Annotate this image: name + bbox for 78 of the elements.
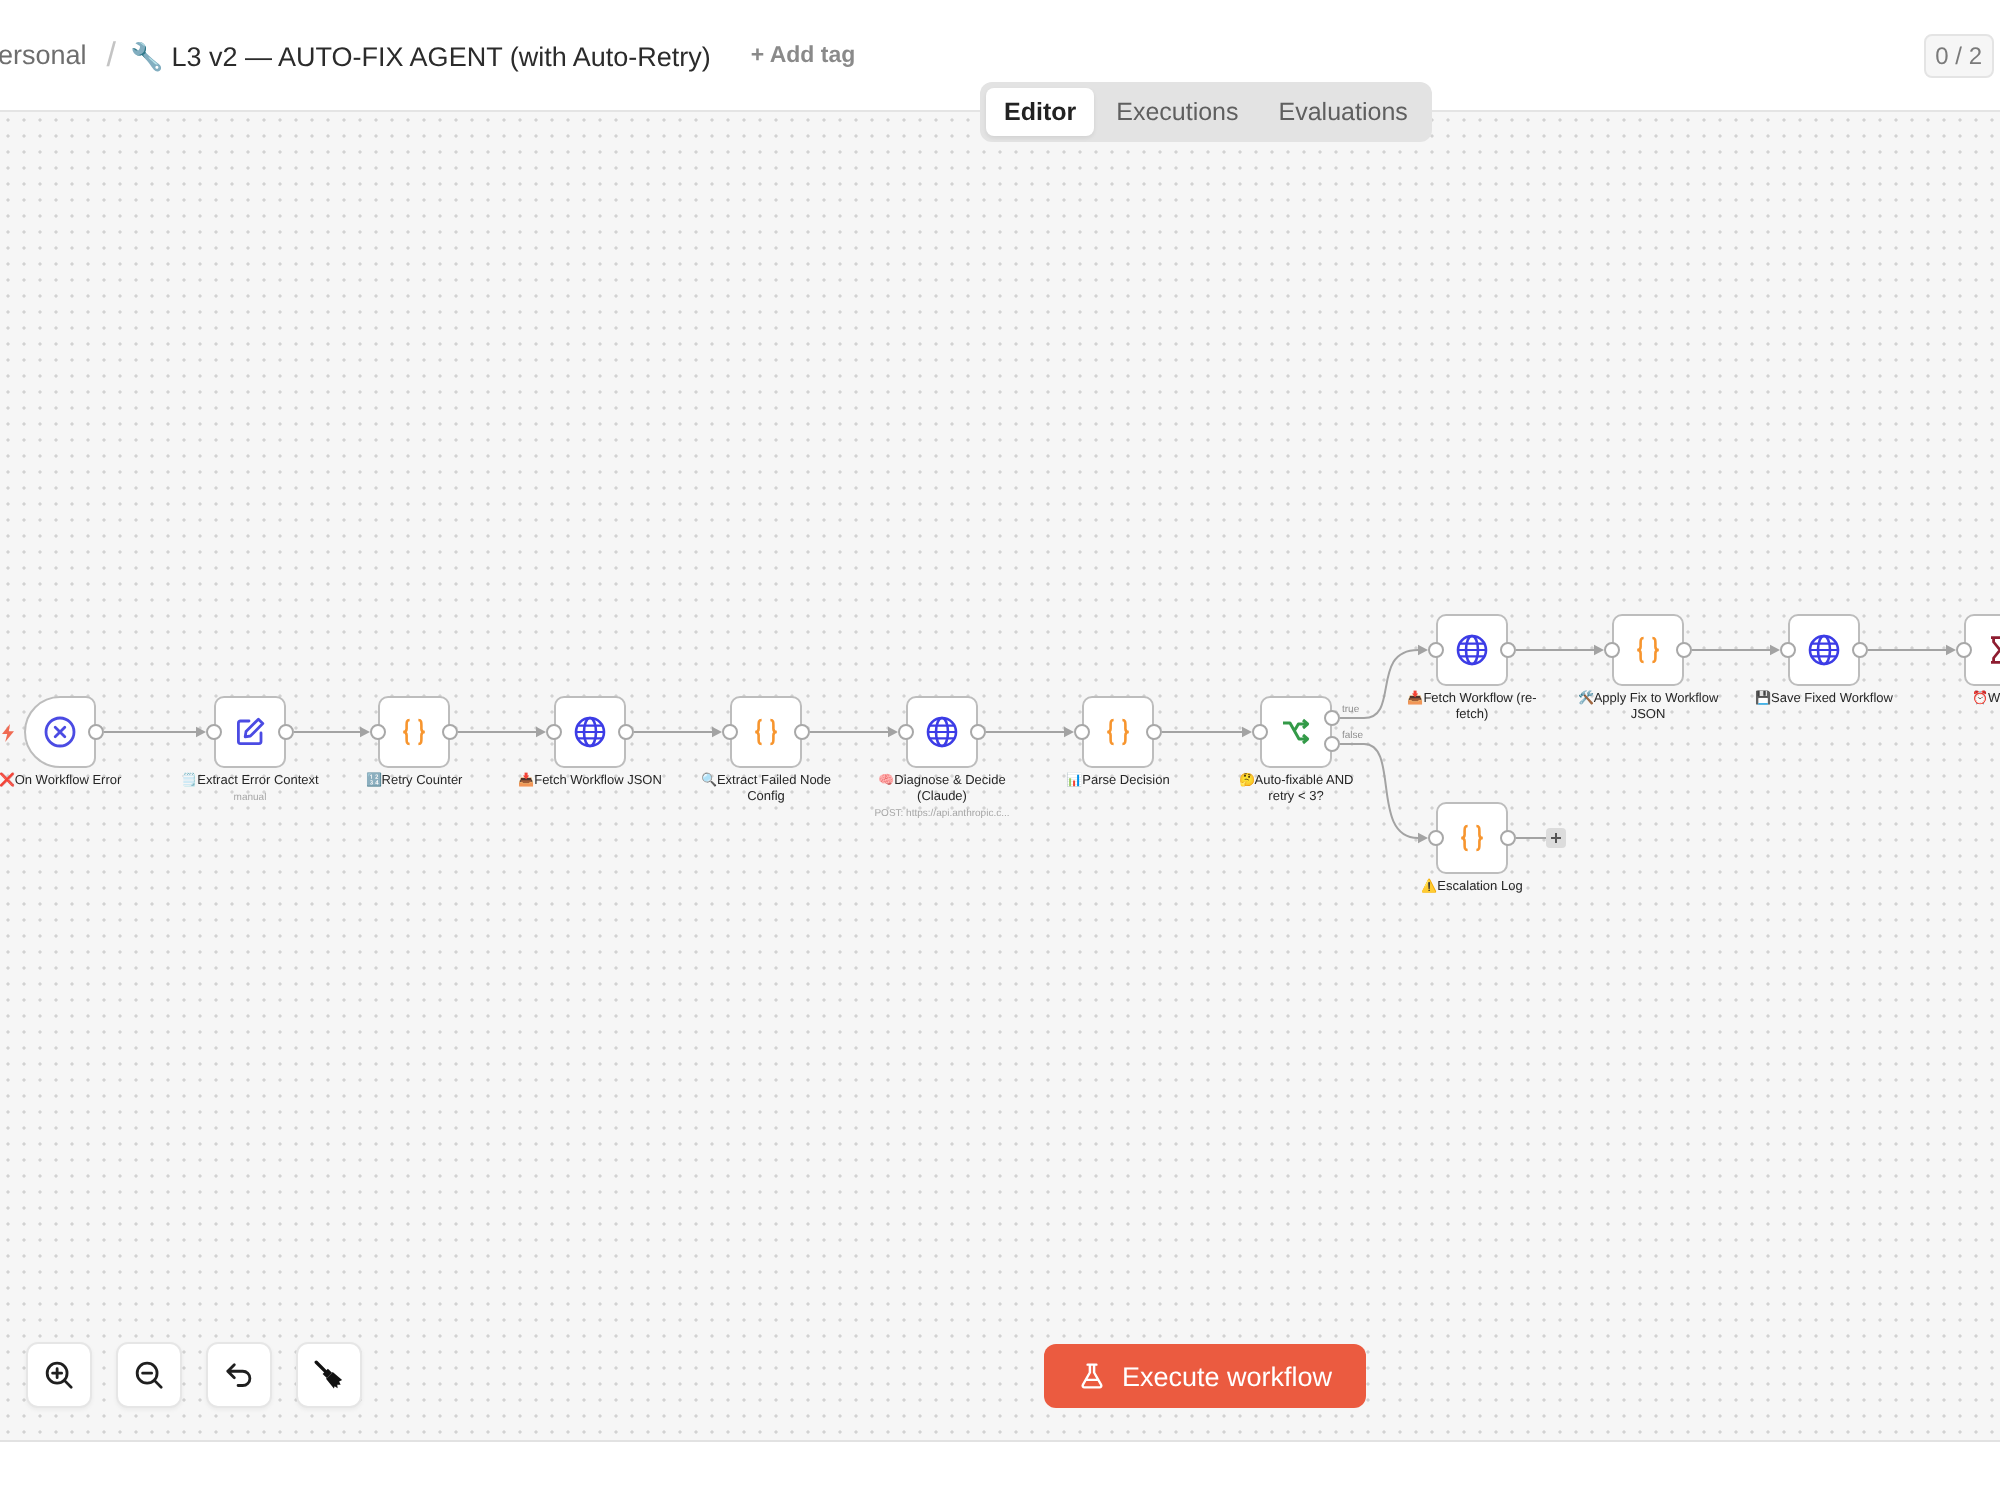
connection-line: [1161, 726, 1252, 738]
output-handle[interactable]: [278, 724, 294, 740]
connection-line: [809, 726, 898, 738]
input-handle[interactable]: [1428, 642, 1444, 658]
input-handle[interactable]: [1074, 724, 1090, 740]
globe-icon: [1456, 634, 1488, 666]
execute-workflow-button[interactable]: Execute workflow: [1044, 1344, 1366, 1408]
output-handle[interactable]: [1500, 830, 1516, 846]
add-tag-button[interactable]: + Add tag: [744, 39, 862, 71]
connection-line: [985, 726, 1074, 738]
workflow-node[interactable]: [730, 696, 802, 768]
globe-icon: [1808, 634, 1840, 666]
undo-button[interactable]: [206, 1342, 272, 1408]
zoom-in-icon: [44, 1360, 74, 1390]
workflow-node[interactable]: [1436, 614, 1508, 686]
input-handle[interactable]: [722, 724, 738, 740]
code-braces-icon: [750, 716, 782, 748]
output-handle[interactable]: [970, 724, 986, 740]
workflow-node[interactable]: [1436, 802, 1508, 874]
circle-x-icon: [44, 716, 76, 748]
view-tab[interactable]: Editor: [986, 88, 1095, 136]
undo-icon: [224, 1360, 254, 1390]
pencil-square-icon: [234, 716, 266, 748]
input-handle[interactable]: [898, 724, 914, 740]
zoom-out-button[interactable]: [116, 1342, 182, 1408]
add-node-button[interactable]: [1546, 828, 1566, 848]
connection-line: [1867, 644, 1956, 656]
output-handle[interactable]: [794, 724, 810, 740]
zoom-in-button[interactable]: [26, 1342, 92, 1408]
code-braces-icon: [1456, 822, 1488, 854]
breadcrumb-separator: /: [106, 35, 117, 75]
output-handle[interactable]: [88, 724, 104, 740]
input-handle[interactable]: [1956, 642, 1972, 658]
output-handle[interactable]: [1852, 642, 1868, 658]
input-handle[interactable]: [1604, 642, 1620, 658]
code-braces-icon: [398, 716, 430, 748]
workflow-title[interactable]: 🔧 L3 v2 — AUTO-FIX AGENT (with Auto-Retry): [130, 39, 711, 71]
code-braces-icon: [1102, 716, 1134, 748]
input-handle[interactable]: [1252, 724, 1268, 740]
connection-line: [633, 726, 722, 738]
input-handle[interactable]: [1428, 830, 1444, 846]
connection-line: [457, 726, 546, 738]
workflow-node[interactable]: [554, 696, 626, 768]
execute-workflow-label: Execute workflow: [1121, 1361, 1333, 1391]
workflow-node[interactable]: [906, 696, 978, 768]
output-handle[interactable]: [1500, 642, 1516, 658]
code-braces-icon: [1632, 634, 1664, 666]
globe-icon: [574, 716, 606, 748]
input-handle[interactable]: [546, 724, 562, 740]
workflow-node[interactable]: [24, 696, 96, 768]
connection-line: [1515, 644, 1604, 656]
plus-icon: [1550, 832, 1562, 844]
globe-icon: [926, 716, 958, 748]
flask-icon: [1077, 1362, 1106, 1390]
workflow-node[interactable]: [1260, 696, 1332, 768]
input-handle[interactable]: [206, 724, 222, 740]
workflow-node[interactable]: [1788, 614, 1860, 686]
output-handle[interactable]: [1676, 642, 1692, 658]
tidy-up-button[interactable]: [296, 1342, 362, 1408]
view-tab[interactable]: Evaluations: [1260, 88, 1426, 136]
input-handle[interactable]: [370, 724, 386, 740]
connection-line: [293, 726, 370, 738]
connection-line: [103, 726, 206, 738]
lightning-bolt-icon: [2, 724, 14, 742]
counter-badge: 0 / 2: [1923, 33, 1994, 77]
output-handle[interactable]: [442, 724, 458, 740]
broom-icon: [314, 1360, 344, 1390]
workflow-node[interactable]: [214, 696, 286, 768]
workflow-node[interactable]: [378, 696, 450, 768]
input-handle[interactable]: [1780, 642, 1796, 658]
view-tab[interactable]: Executions: [1098, 88, 1257, 136]
branch-arrows-icon: [1280, 716, 1312, 748]
connection-line: [1691, 644, 1780, 656]
zoom-out-icon: [134, 1360, 164, 1390]
output-handle[interactable]: [1146, 724, 1162, 740]
output-handle[interactable]: [618, 724, 634, 740]
workflow-node[interactable]: [1082, 696, 1154, 768]
workflow-node[interactable]: [1612, 614, 1684, 686]
